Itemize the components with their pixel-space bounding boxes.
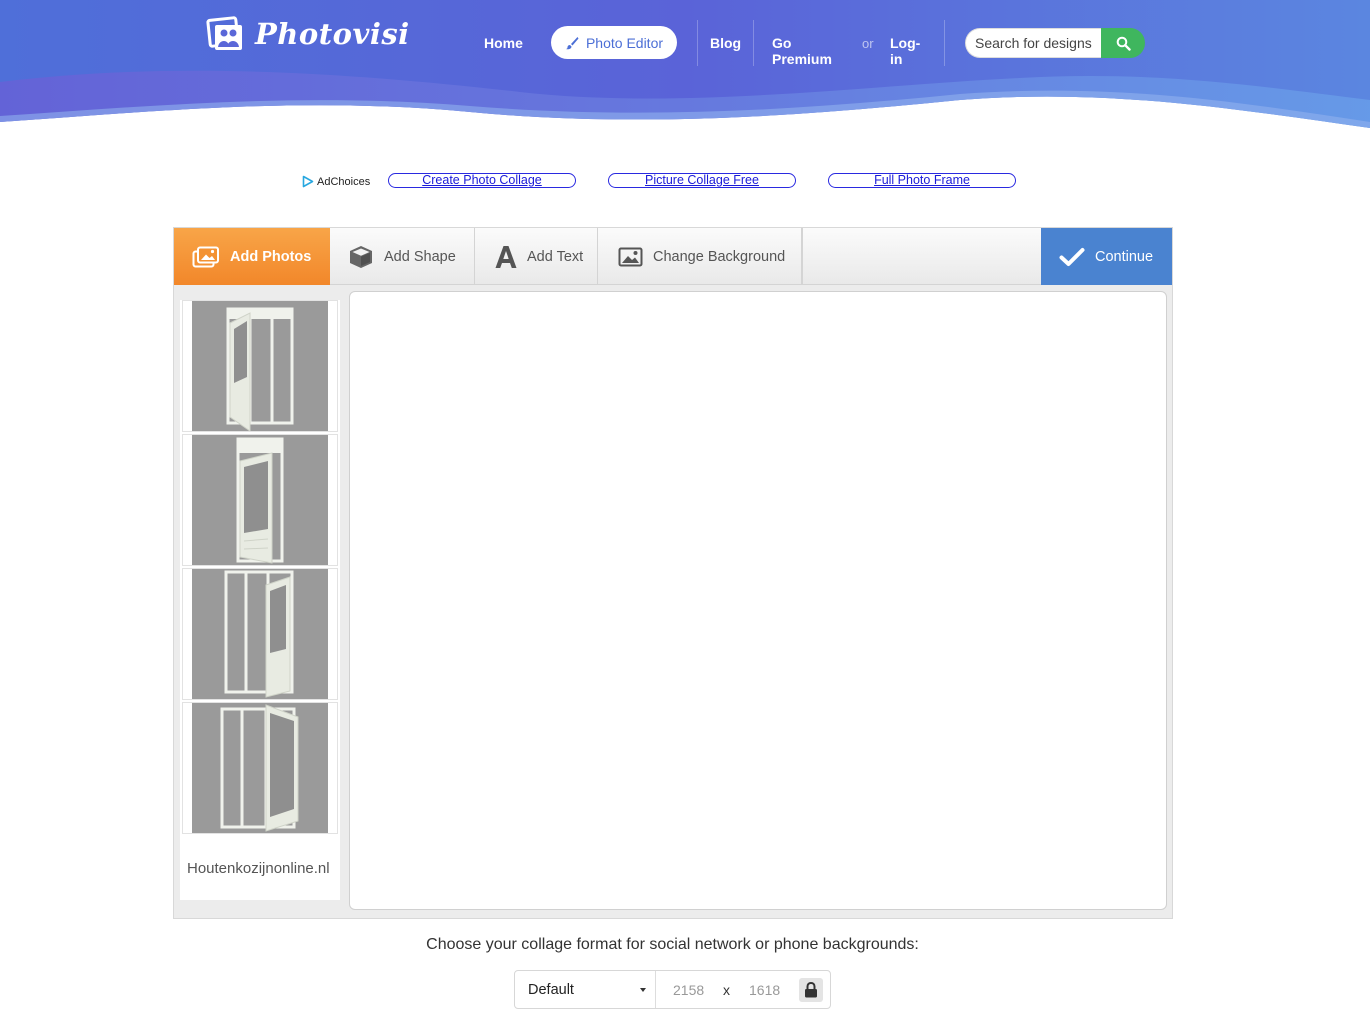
collage-editor: Add Photos Add Shape Add Text Change Bac… bbox=[173, 227, 1173, 919]
width-field[interactable]: 2158 bbox=[673, 982, 704, 998]
dimension-separator: x bbox=[723, 982, 730, 998]
adchoices-icon bbox=[302, 175, 314, 188]
brush-icon bbox=[565, 36, 579, 49]
add-shape-label: Add Shape bbox=[384, 248, 456, 265]
door-illustration bbox=[224, 570, 294, 698]
search-box bbox=[965, 28, 1145, 58]
add-text-button[interactable]: Add Text bbox=[475, 228, 598, 285]
door-illustration bbox=[236, 437, 284, 564]
continue-label: Continue bbox=[1095, 248, 1154, 265]
photo-logo-icon bbox=[206, 16, 242, 50]
search-input[interactable] bbox=[965, 28, 1101, 58]
side-ad-panel[interactable]: Houtenkozijnonline.nl bbox=[180, 300, 340, 900]
ad-link-create-photo-collage[interactable]: Create Photo Collage bbox=[388, 173, 576, 188]
add-text-label: Add Text bbox=[527, 248, 584, 265]
nav-home-link[interactable]: Home bbox=[484, 35, 523, 51]
format-select[interactable]: Default bbox=[515, 971, 656, 1008]
nav-login-link[interactable]: Log-in bbox=[890, 35, 920, 67]
nav-divider bbox=[697, 20, 698, 66]
door-illustration bbox=[226, 307, 294, 432]
text-icon bbox=[495, 245, 517, 268]
collage-format-controls: Default 2158 x 1618 bbox=[514, 970, 831, 1009]
change-background-label: Change Background bbox=[653, 248, 786, 265]
nav-blog-link[interactable]: Blog bbox=[710, 35, 741, 51]
toolbar-divider bbox=[802, 228, 803, 285]
checkmark-icon bbox=[1059, 247, 1085, 266]
change-background-button[interactable]: Change Background bbox=[598, 228, 802, 285]
add-photos-label: Add Photos bbox=[230, 248, 312, 265]
nav-go-premium-link[interactable]: Go Premium bbox=[772, 35, 832, 67]
site-logo[interactable]: Photovisi bbox=[205, 14, 410, 54]
continue-button[interactable]: Continue bbox=[1041, 228, 1172, 285]
ad-domain-text[interactable]: Houtenkozijnonline.nl bbox=[187, 860, 330, 877]
door-illustration bbox=[220, 704, 299, 832]
lock-icon bbox=[805, 982, 817, 998]
ad-door-image[interactable] bbox=[182, 300, 338, 432]
nav-or-text: or bbox=[862, 36, 874, 51]
ad-link-full-photo-frame[interactable]: Full Photo Frame bbox=[828, 173, 1016, 188]
ad-door-image[interactable] bbox=[182, 702, 338, 834]
search-button[interactable] bbox=[1101, 28, 1145, 58]
ad-door-image[interactable] bbox=[182, 568, 338, 700]
ad-door-image[interactable] bbox=[182, 434, 338, 566]
adchoices-label[interactable]: AdChoices bbox=[302, 175, 370, 188]
search-icon bbox=[1116, 36, 1131, 51]
image-icon bbox=[618, 247, 643, 266]
photos-icon bbox=[192, 246, 219, 267]
nav-photo-editor-label: Photo Editor bbox=[585, 34, 664, 51]
site-header: Photovisi Home Photo Editor Blog Go Prem… bbox=[0, 0, 1370, 140]
nav-divider bbox=[944, 20, 945, 66]
cube-icon bbox=[350, 245, 372, 268]
caret-down-icon bbox=[640, 988, 646, 992]
logo-text: Photovisi bbox=[255, 17, 410, 51]
nav-divider bbox=[753, 20, 754, 66]
nav-photo-editor-button[interactable]: Photo Editor bbox=[551, 26, 677, 59]
collage-canvas[interactable] bbox=[349, 291, 1167, 910]
format-selected-value: Default bbox=[528, 981, 574, 998]
collage-format-label: Choose your collage format for social ne… bbox=[426, 936, 919, 953]
height-field[interactable]: 1618 bbox=[749, 982, 780, 998]
ad-link-picture-collage-free[interactable]: Picture Collage Free bbox=[608, 173, 796, 188]
aspect-lock-button[interactable] bbox=[799, 978, 823, 1002]
add-shape-button[interactable]: Add Shape bbox=[330, 228, 475, 285]
adchoices-text: AdChoices bbox=[317, 175, 371, 188]
editor-toolbar: Add Photos Add Shape Add Text Change Bac… bbox=[174, 228, 1172, 285]
add-photos-button[interactable]: Add Photos bbox=[174, 228, 330, 285]
